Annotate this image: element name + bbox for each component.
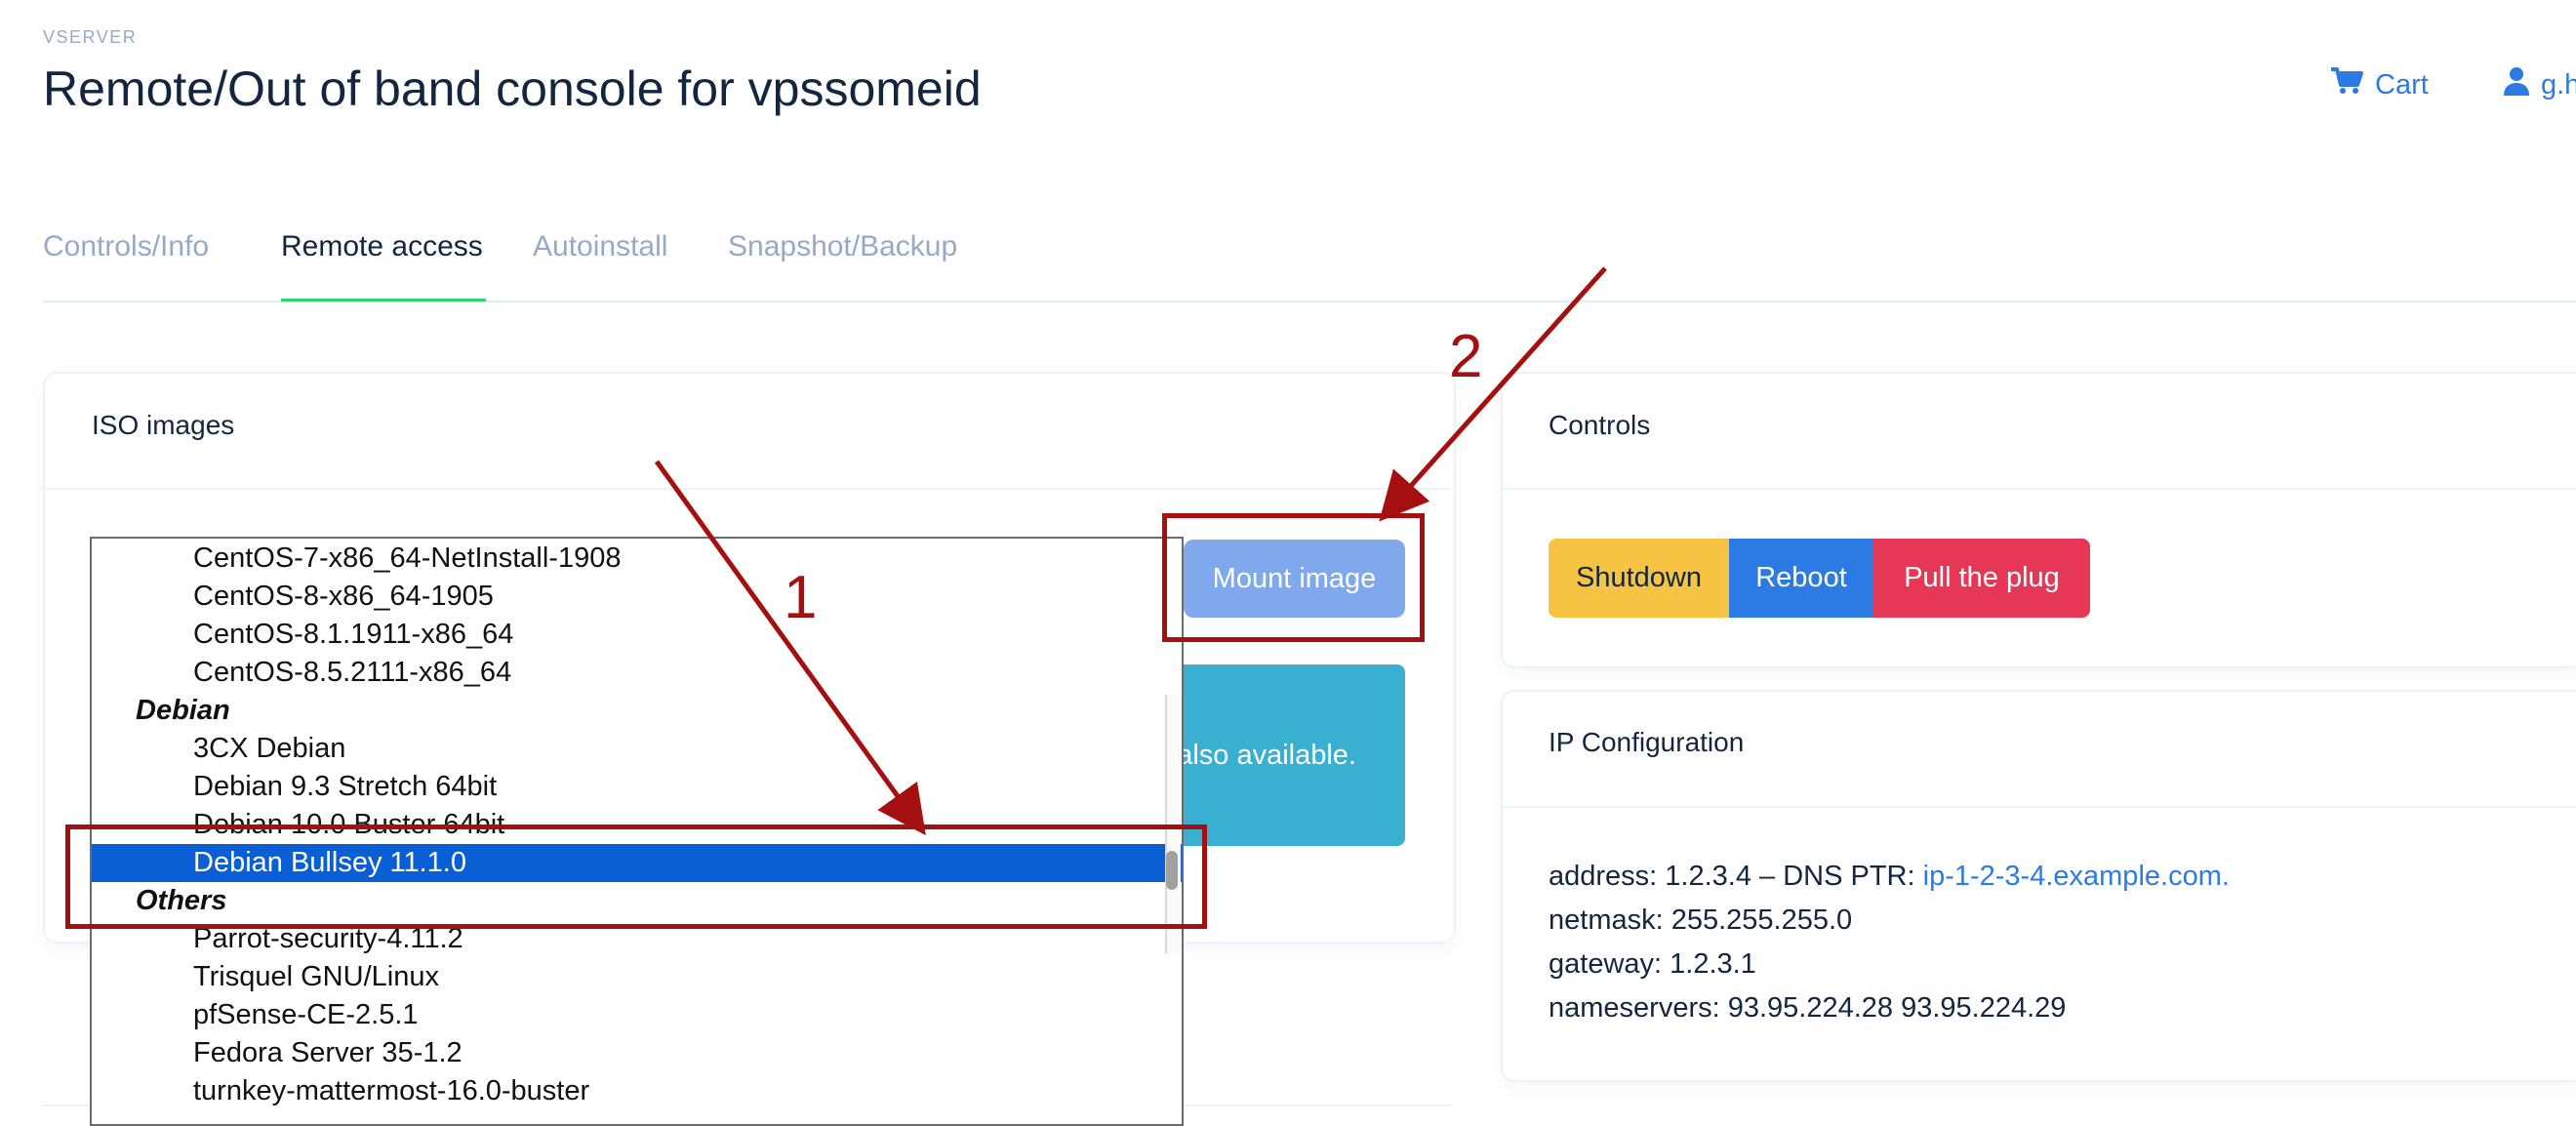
iso-card-divider [45, 488, 1450, 490]
controls-card-divider [1503, 488, 2576, 490]
iso-option[interactable]: turnkey-mattermost-16.0-buster [92, 1072, 1182, 1110]
user-menu[interactable]: g.h [2504, 66, 2576, 103]
page-title: Remote/Out of band console for vpssomeid [43, 61, 982, 116]
iso-option[interactable]: Debian 9.3 Stretch 64bit [92, 768, 1182, 806]
iso-option[interactable]: 3CX Debian [92, 730, 1182, 768]
iso-card-title: ISO images [92, 410, 235, 440]
pull-the-plug-button[interactable]: Pull the plug [1873, 539, 2090, 618]
annotation-label-2: 2 [1449, 323, 1483, 390]
annotation-label-1: 1 [784, 564, 818, 631]
dns-ptr-link[interactable]: ip-1-2-3-4.example.com. [1923, 861, 2230, 892]
section-eyebrow: VSERVER [43, 27, 138, 47]
netmask-line: netmask: 255.255.255.0 [1549, 905, 1853, 936]
ip-card-title: IP Configuration [1549, 727, 1745, 757]
iso-option[interactable]: CentOS-7-x86_64-NetInstall-1908 [92, 540, 1182, 578]
user-icon [2504, 66, 2529, 103]
ip-card-divider [1503, 806, 2576, 808]
iso-option[interactable]: CentOS-8.5.2111-x86_64 [92, 654, 1182, 692]
annotation-box-1 [65, 824, 1207, 929]
tab-remote-access[interactable]: Remote access [281, 230, 483, 263]
optgroup-label: Debian [136, 695, 230, 726]
iso-option[interactable]: Trisquel GNU/Linux [92, 958, 1182, 996]
ip-address-text: address: 1.2.3.4 – DNS PTR: [1549, 861, 1923, 892]
iso-option[interactable]: pfSense-CE-2.5.1 [92, 996, 1182, 1034]
shutdown-button[interactable]: Shutdown [1549, 539, 1729, 618]
nameservers-line: nameservers: 93.95.224.28 93.95.224.29 [1549, 992, 2067, 1024]
iso-option[interactable]: CentOS-8.1.1911-x86_64 [92, 616, 1182, 654]
iso-option[interactable]: CentOS-8-x86_64-1905 [92, 578, 1182, 616]
cart-link[interactable]: Cart [2330, 66, 2429, 103]
ip-address-line: address: 1.2.3.4 – DNS PTR: ip-1-2-3-4.e… [1549, 861, 2230, 893]
controls-card [1501, 372, 2576, 668]
controls-card-title: Controls [1549, 410, 1651, 440]
annotation-box-2 [1162, 513, 1425, 642]
tab-controls-info[interactable]: Controls/Info [43, 230, 209, 263]
active-tab-indicator [281, 299, 486, 302]
cart-label: Cart [2375, 68, 2429, 101]
user-label: g.h [2541, 68, 2576, 101]
iso-option[interactable]: Fedora Server 35-1.2 [92, 1034, 1182, 1072]
reboot-button[interactable]: Reboot [1729, 539, 1873, 618]
gateway-line: gateway: 1.2.3.1 [1549, 948, 1756, 980]
info-alert: also available. [1154, 664, 1405, 846]
cart-icon [2330, 66, 2363, 103]
tab-snapshot-backup[interactable]: Snapshot/Backup [728, 230, 957, 263]
info-alert-text: also available. [1177, 739, 1356, 771]
tab-autoinstall[interactable]: Autoinstall [533, 230, 667, 263]
